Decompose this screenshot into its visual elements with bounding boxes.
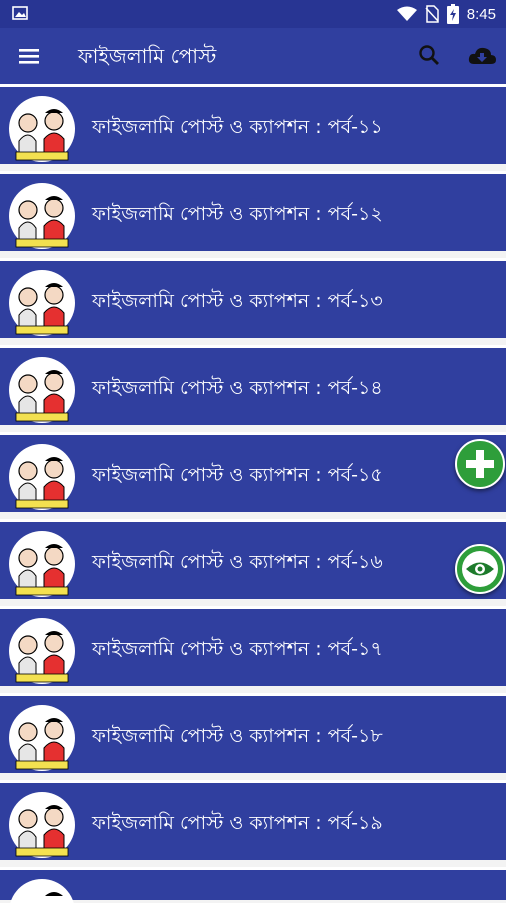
- list-item-label: ফাইজলামি পোস্ট ও ক্যাপশন : পর্ব-১৪: [92, 377, 383, 399]
- list-item[interactable]: ফাইজলামি পোস্ট ও ক্যাপশন : পর্ব-১৬: [0, 519, 506, 599]
- cartoon-thumbnail-icon: [10, 879, 74, 903]
- list-item[interactable]: ফাইজলামি পোস্ট ও ক্যাপশন : পর্ব-১৩: [0, 258, 506, 338]
- cartoon-thumbnail-icon: [9, 618, 75, 684]
- list-item-label: ফাইজলামি পোস্ট ও ক্যাপশন : পর্ব-১২: [92, 203, 383, 225]
- cartoon-thumbnail-icon: [9, 444, 75, 510]
- eye-icon: [462, 551, 498, 587]
- list-item[interactable]: ফাইজলামি পোস্ট ও ক্যাপশন : পর্ব-১৭: [0, 606, 506, 686]
- list-item[interactable]: ফাইজলামি পোস্ট ও ক্যাপশন : পর্ব-১৪: [0, 345, 506, 425]
- wifi-icon: [396, 6, 417, 21]
- plus-icon: [466, 450, 494, 478]
- cartoon-thumbnail-icon: [9, 792, 75, 858]
- list-item[interactable]: ফাইজলামি পোস্ট ও ক্যাপশন : পর্ব-১৫: [0, 432, 506, 512]
- cloud-download-icon[interactable]: [466, 42, 498, 70]
- list-item-label: ফাইজলামি পোস্ট ও ক্যাপশন : পর্ব-১৯: [92, 812, 383, 834]
- image-notification-icon: [12, 6, 28, 20]
- search-icon[interactable]: [416, 42, 444, 70]
- cartoon-thumbnail-icon: [9, 96, 75, 162]
- list-item-label: ফাইজলামি পোস্ট ও ক্যাপশন : পর্ব-১৩: [92, 290, 383, 312]
- list-item[interactable]: ফাইজলামি পোস্ট ও ক্যাপশন : পর্ব-১১: [0, 84, 506, 164]
- toolbar-title: ফাইজলামি পোস্ট: [78, 44, 217, 68]
- list-item[interactable]: ফাইজলামি পোস্ট ও ক্যাপশন : পর্ব-১২: [0, 171, 506, 251]
- menu-icon[interactable]: [14, 42, 46, 70]
- cartoon-thumbnail-icon: [9, 705, 75, 771]
- no-sim-icon: [425, 5, 439, 23]
- list-item-label: ফাইজলামি পোস্ট ও ক্যাপশন : পর্ব-১৮: [92, 725, 383, 747]
- list-item-label: ফাইজলামি পোস্ট ও ক্যাপশন : পর্ব-১১: [92, 116, 383, 138]
- list-item-label: ফাইজলামি পোস্ট ও ক্যাপশন : পর্ব-১৫: [92, 464, 383, 486]
- cartoon-thumbnail-icon: [9, 357, 75, 423]
- cartoon-thumbnail-icon: [9, 183, 75, 249]
- add-button[interactable]: [455, 439, 505, 489]
- list-item[interactable]: [0, 867, 506, 903]
- view-button[interactable]: [455, 544, 505, 594]
- list-item-label: ফাইজলামি পোস্ট ও ক্যাপশন : পর্ব-১৭: [92, 638, 383, 660]
- status-time: 8:45: [466, 5, 496, 23]
- list-item[interactable]: ফাইজলামি পোস্ট ও ক্যাপশন : পর্ব-১৮: [0, 693, 506, 773]
- list-item-label: ফাইজলামি পোস্ট ও ক্যাপশন : পর্ব-১৬: [92, 551, 383, 573]
- cartoon-thumbnail-icon: [9, 531, 75, 597]
- app-toolbar: ফাইজলামি পোস্ট: [0, 28, 506, 84]
- status-bar: 8:45: [0, 0, 506, 28]
- cartoon-thumbnail-icon: [9, 270, 75, 336]
- battery-charging-icon: [446, 4, 459, 24]
- list-item[interactable]: ফাইজলামি পোস্ট ও ক্যাপশন : পর্ব-১৯: [0, 780, 506, 860]
